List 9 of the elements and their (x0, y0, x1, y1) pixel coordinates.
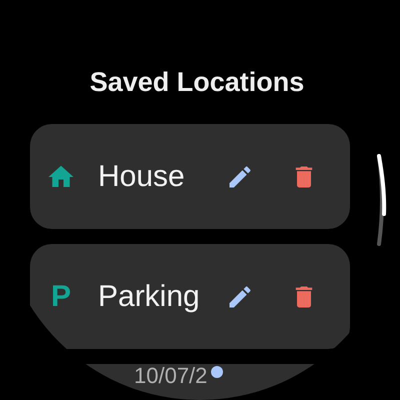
dot-icon (211, 366, 224, 378)
location-card[interactable]: P Parking (30, 244, 350, 349)
location-name: Parking (98, 278, 201, 314)
location-name: House (98, 158, 186, 194)
location-card[interactable]: House (30, 124, 350, 229)
date-text: 10/07/2 (134, 365, 208, 387)
screen-title: Saved Locations (90, 66, 306, 99)
location-card[interactable]: 10/07/2 (86, 364, 314, 400)
parking-icon: P (46, 280, 76, 314)
